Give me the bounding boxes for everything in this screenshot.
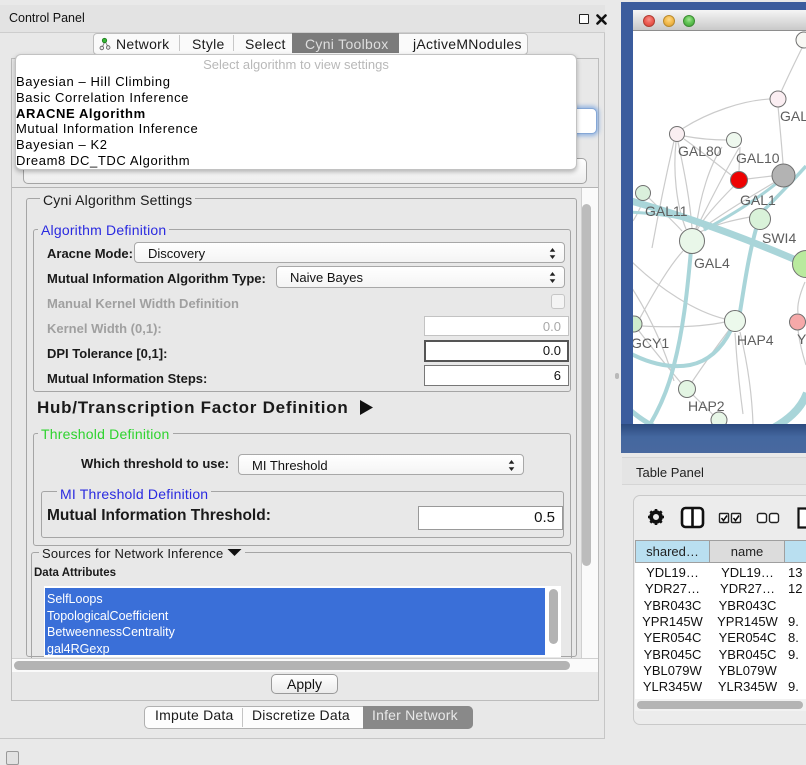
svg-text:GAL4: GAL4: [694, 255, 730, 271]
svg-text:HAP4: HAP4: [737, 332, 774, 348]
svg-text:GAL80: GAL80: [678, 143, 722, 159]
svg-text:Y: Y: [797, 331, 806, 347]
svg-text:GAL1: GAL1: [740, 192, 776, 208]
svg-text:GAL10: GAL10: [736, 150, 780, 166]
svg-text:HAP2: HAP2: [688, 398, 725, 414]
svg-text:GAL11: GAL11: [645, 203, 688, 219]
svg-text:GCY1: GCY1: [633, 335, 669, 351]
svg-text:SWI4: SWI4: [762, 230, 796, 246]
svg-text:GAL7: GAL7: [780, 108, 806, 124]
